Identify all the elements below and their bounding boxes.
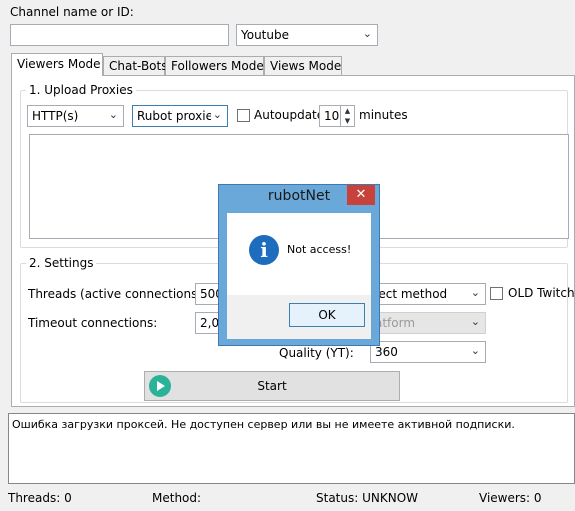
chevron-down-icon: ⌄	[470, 344, 480, 357]
start-button-label: Start	[257, 379, 287, 393]
spin-buttons[interactable]: ▲ ▼	[340, 106, 354, 126]
old-twitch-label: OLD Twitch	[508, 286, 575, 300]
status-method: Method:	[152, 491, 202, 505]
proxy-source-select[interactable]: Rubot proxies ⌄	[132, 105, 228, 127]
tab-followers-mode[interactable]: Followers Mode	[165, 56, 264, 76]
quality-select-value: 360	[375, 345, 398, 359]
play-icon	[149, 375, 171, 397]
proxy-source-value: Rubot proxies	[137, 109, 220, 123]
timeout-label: Timeout connections:	[28, 316, 158, 330]
method-select[interactable]: lect method ⌄	[370, 283, 486, 305]
channel-input[interactable]	[10, 24, 229, 46]
autoupdate-label: Autoupdate	[254, 108, 325, 122]
status-bar: Threads: 0 Method: Status: UNKNOW Viewer…	[0, 489, 575, 511]
tab-views-mode[interactable]: Views Mode	[264, 56, 342, 76]
spin-down-icon[interactable]: ▼	[341, 116, 354, 126]
status-viewers: Viewers: 0	[479, 491, 542, 505]
message-dialog: rubotNet ✕ i Not access! OK	[218, 184, 380, 346]
quality-label: Quality (YT):	[279, 346, 354, 360]
spin-up-icon[interactable]: ▲	[341, 106, 354, 116]
platform-mode-select[interactable]: atform ⌄	[370, 312, 486, 334]
dialog-content: i Not access!	[227, 213, 371, 295]
upload-proxies-title: 1. Upload Proxies	[26, 83, 136, 97]
channel-label: Channel name or ID:	[10, 5, 134, 19]
chevron-down-icon: ⌄	[108, 108, 118, 121]
minutes-stepper[interactable]: 10 ▲ ▼	[319, 105, 355, 127]
method-select-value: lect method	[375, 287, 448, 301]
close-icon[interactable]: ✕	[347, 185, 375, 205]
status-threads: Threads: 0	[8, 491, 72, 505]
minutes-value: 10	[324, 109, 340, 123]
platform-select[interactable]: Youtube ⌄	[236, 24, 378, 46]
autoupdate-checkbox[interactable]	[237, 109, 250, 122]
quality-select[interactable]: 360 ⌄	[370, 341, 486, 363]
old-twitch-checkbox[interactable]	[490, 287, 503, 300]
settings-title: 2. Settings	[26, 256, 97, 270]
status-status: Status: UNKNOW	[316, 491, 419, 505]
threads-label: Threads (active connections):	[28, 287, 207, 301]
minutes-label: minutes	[359, 108, 408, 122]
chevron-down-icon: ⌄	[470, 315, 480, 328]
platform-mode-value: atform	[375, 316, 416, 330]
platform-select-value: Youtube	[241, 28, 289, 42]
tab-chat-bots[interactable]: Chat-Bots	[103, 56, 167, 76]
proxy-type-select[interactable]: HTTP(s) ⌄	[27, 105, 124, 127]
dialog-message: Not access!	[287, 243, 352, 256]
chevron-down-icon: ⌄	[210, 108, 222, 121]
chevron-down-icon: ⌄	[470, 286, 480, 299]
proxy-type-value: HTTP(s)	[32, 109, 79, 123]
dialog-body: i Not access! OK	[227, 213, 371, 339]
chevron-down-icon: ⌄	[362, 27, 372, 40]
tab-viewers-mode[interactable]: Viewers Mode	[11, 53, 103, 76]
log-output[interactable]: Ошибка загрузки проксей. Не доступен сер…	[8, 413, 575, 484]
ok-button[interactable]: OK	[289, 303, 365, 327]
start-button[interactable]: Start	[144, 371, 400, 401]
info-icon: i	[249, 235, 279, 265]
